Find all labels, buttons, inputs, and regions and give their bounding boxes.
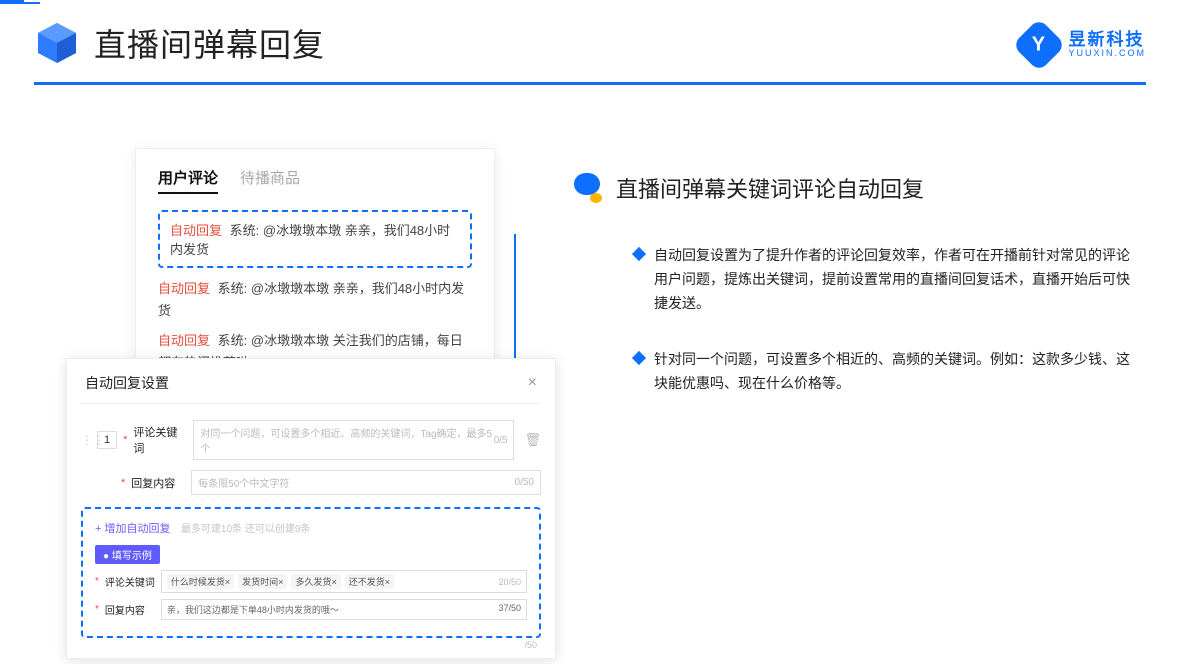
reply-label: 回复内容 — [131, 475, 185, 491]
cube-icon — [34, 20, 80, 66]
section-heading: 直播间弹幕关键词评论自动回复 — [574, 172, 924, 204]
keyword-input[interactable]: 对同一个问题，可设置多个相近、高频的关键词，Tag确定，最多5个 0/5 — [193, 420, 514, 460]
index-badge: 1 — [97, 431, 117, 449]
diamond-bullet-icon — [632, 247, 646, 261]
example-badge: ● 填写示例 — [95, 545, 160, 564]
tabs: 用户评论 待播商品 — [158, 167, 472, 194]
tag-item[interactable]: 发货时间× — [238, 574, 287, 589]
example-box: + 增加自动回复 最多可建10条 还可以创建9条 ● 填写示例 * 评论关键词 … — [81, 507, 541, 638]
tag-item[interactable]: 还不发货× — [345, 574, 394, 589]
brand-text: 昱新科技 YUUXIN.COM — [1068, 31, 1146, 59]
bottom-counter: /50 — [524, 640, 537, 650]
example-keyword-row: * 评论关键词 什么时候发货× 发货时间× 多久发货× 还不发货× 20/50 — [95, 570, 527, 593]
brand-block: Y 昱新科技 YUUXIN.COM — [1020, 26, 1146, 64]
example-reply-input[interactable]: 亲，我们这边都是下单48小时内发货的哦～ 37/50 — [161, 599, 527, 620]
connector-line — [0, 2, 40, 4]
reply-row: * 回复内容 每条限50个中文字符 0/50 — [81, 470, 541, 495]
add-auto-reply-link[interactable]: + 增加自动回复 — [95, 523, 170, 535]
keyword-row: ⋮⋮ 1 * 评论关键词 对同一个问题，可设置多个相近、高频的关键词，Tag确定… — [81, 420, 541, 460]
page-title: 直播间弹幕回复 — [94, 20, 325, 66]
drag-handle-icon[interactable]: ⋮⋮ — [81, 433, 91, 447]
auto-reply-settings: 自动回复设置 × ⋮⋮ 1 * 评论关键词 对同一个问题，可设置多个相近、高频的… — [66, 358, 556, 659]
tag-item[interactable]: 多久发货× — [291, 574, 340, 589]
bullet-item: 自动回复设置为了提升作者的评论回复效率，作者可在开播前针对常见的评论用户问题，提… — [634, 244, 1134, 315]
keyword-label: 评论关键词 — [133, 424, 187, 456]
required-star: * — [121, 477, 125, 489]
close-icon[interactable]: × — [528, 374, 537, 392]
modal-title: 自动回复设置 — [85, 373, 169, 393]
page-header: 直播间弹幕回复 Y 昱新科技 YUUXIN.COM — [34, 20, 1146, 66]
comment-row: 自动回复 系统: @冰墩墩本墩 亲亲，我们48小时内发货 — [158, 278, 472, 322]
add-hint: 最多可建10条 还可以创建9条 — [181, 524, 310, 535]
example-tag-input[interactable]: 什么时候发货× 发货时间× 多久发货× 还不发货× 20/50 — [161, 570, 527, 593]
highlighted-comment: 自动回复 系统: @冰墩墩本墩 亲亲，我们48小时内发货 — [158, 210, 472, 268]
tab-user-comments[interactable]: 用户评论 — [158, 167, 218, 194]
tab-products[interactable]: 待播商品 — [240, 167, 300, 194]
section-title: 直播间弹幕关键词评论自动回复 — [616, 172, 924, 204]
delete-icon[interactable]: 🗑 — [524, 432, 541, 448]
diamond-bullet-icon — [632, 351, 646, 365]
example-reply-row: * 回复内容 亲，我们这边都是下单48小时内发货的哦～ 37/50 — [95, 599, 527, 620]
tag-item[interactable]: 什么时候发货× — [167, 574, 234, 589]
reply-input[interactable]: 每条限50个中文字符 0/50 — [191, 470, 541, 495]
modal-header: 自动回复设置 × — [81, 373, 541, 404]
header-divider — [34, 82, 1146, 85]
chat-bubble-icon — [574, 173, 604, 203]
required-star: * — [123, 434, 127, 446]
brand-logo-icon: Y — [1013, 18, 1067, 72]
bullet-item: 针对同一个问题，可设置多个相近的、高频的关键词。例如：这款多少钱、这块能优惠吗、… — [634, 348, 1134, 396]
